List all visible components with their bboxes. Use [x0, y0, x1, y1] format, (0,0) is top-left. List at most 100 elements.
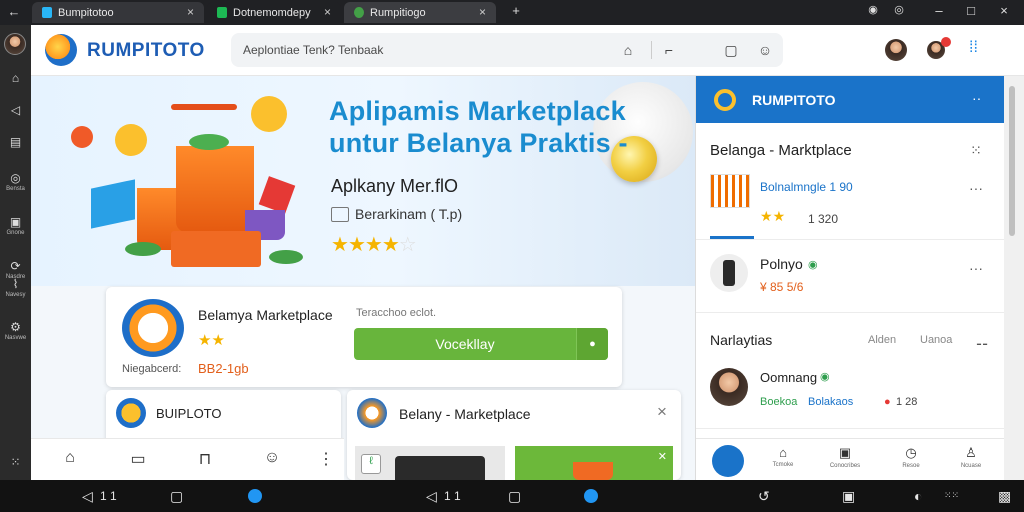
rating-stars: ★★ — [198, 331, 225, 349]
share-icon[interactable]: ⚋ — [972, 332, 992, 349]
list-item-title[interactable]: Oomnang — [760, 370, 817, 385]
product-logo-icon — [710, 174, 750, 208]
tab-dotnemomdepy[interactable]: Dotnemomdepy × — [207, 2, 341, 23]
wallet-icon: ℓ — [361, 454, 381, 474]
panel-brand: RUMPITOTO — [752, 92, 836, 108]
app-meta: Berarkinam ( T.p) — [355, 206, 463, 222]
new-tab-button[interactable]: + — [505, 3, 527, 18]
expand-icon[interactable]: ⁙ — [966, 142, 986, 159]
close-card-icon[interactable]: × — [657, 402, 667, 422]
product-thumb[interactable]: ✕ — [515, 446, 673, 480]
card-title: Belamya Marketplace — [198, 307, 333, 323]
chat-icon[interactable]: ☺ — [260, 449, 284, 467]
more-icon[interactable]: ⋮ — [314, 449, 338, 469]
apps-grid-icon[interactable]: ⁞⁞ — [969, 39, 978, 57]
extension-icon[interactable]: ◉ — [862, 3, 884, 16]
recent-apps-icon[interactable]: ▢ — [508, 488, 521, 505]
more-icon[interactable]: ··· — [966, 260, 986, 276]
close-tab-icon[interactable]: × — [187, 5, 194, 19]
tab-bumpitoto[interactable]: Bumpitotoo × — [32, 2, 204, 23]
panel-menu-icon[interactable]: ·· — [972, 90, 981, 106]
vertical-scrollbar[interactable] — [1004, 76, 1024, 480]
screenshot-icon[interactable]: ▢ — [723, 42, 739, 58]
emoji-icon[interactable]: ☺ — [757, 42, 773, 58]
rating-stars: ★★★★☆ — [331, 232, 417, 257]
rail-item-navesy[interactable]: ⌇ Navesy — [0, 277, 31, 298]
more-icon[interactable]: ··· — [966, 180, 986, 196]
share-icon: ⌇ — [12, 277, 19, 291]
tab-title: Dotnemomdepy — [233, 6, 311, 19]
restore-button[interactable]: □ — [960, 3, 982, 18]
app-shortcut-icon[interactable] — [248, 489, 262, 503]
filter-chip[interactable]: Uanoa — [920, 334, 952, 346]
grid-menu-icon[interactable]: ⁙ — [0, 455, 31, 469]
send-icon[interactable]: ◁ — [0, 103, 31, 117]
panel-bottom-navigation: ⌂ Tcmoke ▣ Conocribes ◷ Resoe ♙ Ncuase — [696, 438, 1005, 480]
profile-avatar[interactable] — [885, 39, 907, 61]
media-icon[interactable]: ▭ — [126, 449, 150, 469]
compass-icon: ◎ — [10, 171, 21, 185]
tab-title: Bumpitotoo — [58, 6, 114, 19]
brand-name[interactable]: RUMPITOTO — [87, 40, 205, 62]
close-window-button[interactable]: × — [993, 3, 1015, 18]
cursor-icon[interactable]: ⌐ — [661, 42, 677, 58]
fan-icon — [251, 96, 287, 132]
assistant-icon[interactable]: ◐ — [914, 488, 922, 504]
filter-chip[interactable]: Alden — [868, 334, 896, 346]
back-nav-icon[interactable]: ◁ — [82, 488, 93, 505]
home-icon[interactable]: ⌂ — [0, 71, 31, 85]
product-thumb — [710, 254, 748, 292]
screenshot-icon[interactable]: ▣ — [842, 488, 855, 505]
back-arrow-icon[interactable]: ← — [3, 4, 25, 19]
close-tab-icon[interactable]: × — [479, 5, 486, 19]
sale-badge-icon — [71, 126, 93, 148]
list-item-title[interactable]: Polnyo — [760, 256, 803, 272]
rotate-icon[interactable]: ↺ — [758, 488, 770, 505]
home-icon[interactable]: ⌂ — [620, 42, 636, 58]
side-panel: RUMPITOTO ·· Belanga - Marktplace ⁙ Boln… — [695, 76, 1005, 480]
seller-avatar[interactable] — [710, 368, 748, 406]
search-bar[interactable]: Aeplontiae Tenk? Tenbaak ⌂ ⌐ ▢ ☺ — [231, 33, 783, 67]
document-icon[interactable]: ▤ — [0, 135, 31, 149]
browser-tab-strip: ← Bumpitotoo × Dotnemomdepy × Rumpitiogo… — [0, 0, 1024, 25]
rail-item-nasvwe[interactable]: ⚙ Nasvwe — [0, 320, 31, 341]
card-title: Belany - Marketplace — [399, 406, 531, 422]
app-card-marketplace[interactable]: Belany - Marketplace × ℓ ✕ — [347, 390, 681, 480]
nav-item-ncuase[interactable]: ♙ Ncuase — [946, 445, 996, 469]
scrollbar-thumb[interactable] — [1009, 86, 1015, 236]
list-item-title[interactable]: Bolnalmngle 1 90 — [760, 180, 853, 194]
search-input[interactable]: Aeplontiae Tenk? Tenbaak — [243, 43, 383, 57]
user-avatar[interactable] — [712, 445, 744, 477]
panel-section-title: Belanga - Marktplace — [710, 142, 852, 159]
list-item-sub: 1 320 — [808, 212, 839, 226]
home-icon[interactable]: ⌂ — [58, 449, 82, 467]
minimize-button[interactable]: – — [928, 3, 950, 18]
recent-apps-icon[interactable]: ▢ — [170, 488, 183, 505]
toggle-dot-icon[interactable]: ● — [576, 328, 608, 360]
install-button[interactable]: Vocekllay ● — [354, 328, 608, 360]
search-logo-icon — [714, 89, 736, 111]
back-nav-icon[interactable]: ◁ — [426, 488, 437, 505]
nav-item-tcmoke[interactable]: ⌂ Tcmoke — [758, 445, 808, 468]
rail-item-gnone[interactable]: ▣ Gnone — [0, 215, 31, 236]
app-logo-icon — [357, 398, 387, 428]
product-thumb[interactable]: ℓ — [355, 446, 505, 480]
close-thumb-icon[interactable]: ✕ — [658, 450, 667, 463]
user-avatar[interactable] — [4, 33, 26, 55]
account-icon[interactable]: ◎ — [888, 3, 910, 16]
list-item-sub: Boekoa — [760, 396, 798, 408]
nav-item-conocribes[interactable]: ▣ Conocribes — [820, 445, 870, 469]
bag-icon[interactable]: ⊓ — [193, 449, 217, 469]
close-tab-icon[interactable]: × — [324, 5, 331, 19]
brand-logo-icon — [45, 34, 77, 66]
rating-stars: ★★ — [760, 208, 785, 225]
rail-item-bensta[interactable]: ◎ Bensta — [0, 171, 31, 192]
podium-icon — [171, 231, 261, 267]
panel-header: RUMPITOTO ·· — [696, 76, 1005, 123]
cart-icon — [258, 176, 296, 214]
app-shortcut-icon[interactable] — [584, 489, 598, 503]
tab-rumpitiogo[interactable]: Rumpitiogo × — [344, 2, 496, 23]
featured-app-card[interactable]: Belamya Marketplace ★★ Teracchoo eclot. … — [106, 287, 622, 387]
headline-line-2: untur Belanya Praktis - — [329, 128, 628, 158]
nav-item-resoe[interactable]: ◷ Resoe — [886, 445, 936, 469]
